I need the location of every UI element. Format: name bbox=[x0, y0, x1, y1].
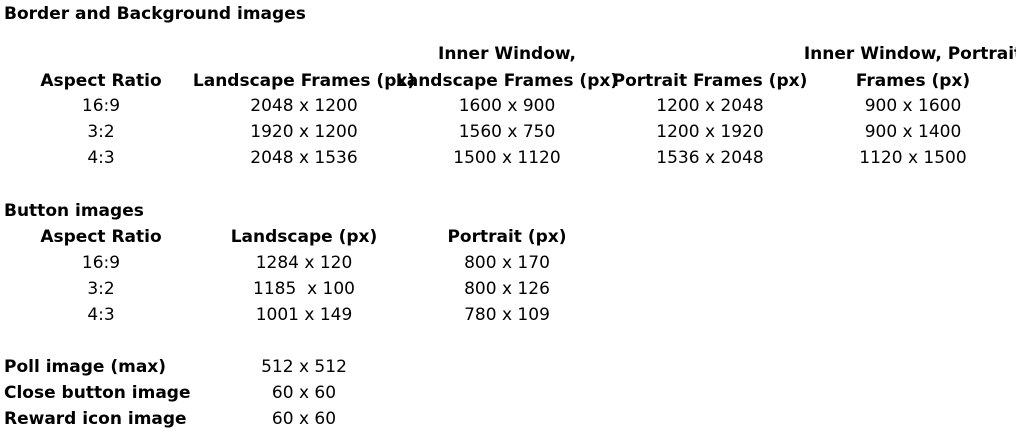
header-portrait-frames: Portrait Frames (px) bbox=[612, 71, 808, 91]
table-cell: 900 x 1400 bbox=[864, 122, 962, 142]
misc-label-reward: Reward icon image bbox=[4, 409, 187, 429]
header-portrait: Portrait (px) bbox=[447, 227, 567, 247]
table-cell: 16:9 bbox=[81, 253, 121, 273]
table-cell: 1200 x 1920 bbox=[656, 122, 764, 142]
header-inner-portrait-line2: Frames (px) bbox=[855, 71, 971, 91]
header-inner-portrait-line1: Inner Window, Portrait bbox=[803, 44, 1016, 64]
table-cell: 780 x 109 bbox=[464, 305, 550, 325]
header-landscape: Landscape (px) bbox=[230, 227, 378, 247]
table-cell: 2048 x 1200 bbox=[250, 96, 358, 116]
table-cell: 3:2 bbox=[87, 279, 115, 299]
table-cell: 800 x 170 bbox=[464, 253, 550, 273]
table-cell: 1600 x 900 bbox=[458, 96, 556, 116]
table-cell: 16:9 bbox=[81, 96, 121, 116]
table-cell: 1001 x 149 bbox=[255, 305, 353, 325]
header-inner-landscape-line1: Inner Window, bbox=[438, 44, 576, 64]
table-cell: 3:2 bbox=[87, 122, 115, 142]
table-cell: 1560 x 750 bbox=[458, 122, 556, 142]
table-cell: 800 x 126 bbox=[464, 279, 550, 299]
table-cell: 4:3 bbox=[87, 148, 115, 168]
table-cell: 1185 x 100 bbox=[253, 279, 355, 299]
table-cell: 1536 x 2048 bbox=[656, 148, 764, 168]
header-landscape-frames: Landscape Frames (px) bbox=[192, 71, 416, 91]
section-title-button: Button images bbox=[4, 201, 144, 221]
misc-value-close: 60 x 60 bbox=[271, 383, 337, 403]
table-cell: 1284 x 120 bbox=[255, 253, 353, 273]
header-inner-landscape: Inner Window, Landscape Frames (px) bbox=[396, 41, 618, 95]
table-cell: 1920 x 1200 bbox=[250, 122, 358, 142]
header-inner-landscape-line2: Landscape Frames (px) bbox=[395, 71, 619, 91]
misc-label-close: Close button image bbox=[4, 383, 191, 403]
header-aspect-ratio: Aspect Ratio bbox=[40, 71, 162, 91]
table-cell: 1500 x 1120 bbox=[453, 148, 561, 168]
table-cell: 1120 x 1500 bbox=[859, 148, 967, 168]
table-cell: 4:3 bbox=[87, 305, 115, 325]
header-inner-portrait: Inner Window, Portrait Frames (px) bbox=[804, 41, 1016, 95]
table-cell: 900 x 1600 bbox=[864, 96, 962, 116]
misc-value-poll: 512 x 512 bbox=[261, 357, 347, 377]
misc-value-reward: 60 x 60 bbox=[271, 409, 337, 429]
table-cell: 1200 x 2048 bbox=[656, 96, 764, 116]
misc-label-poll: Poll image (max) bbox=[4, 357, 167, 377]
header-aspect-ratio: Aspect Ratio bbox=[40, 227, 162, 247]
section-title-border: Border and Background images bbox=[4, 4, 306, 24]
table-cell: 2048 x 1536 bbox=[250, 148, 358, 168]
